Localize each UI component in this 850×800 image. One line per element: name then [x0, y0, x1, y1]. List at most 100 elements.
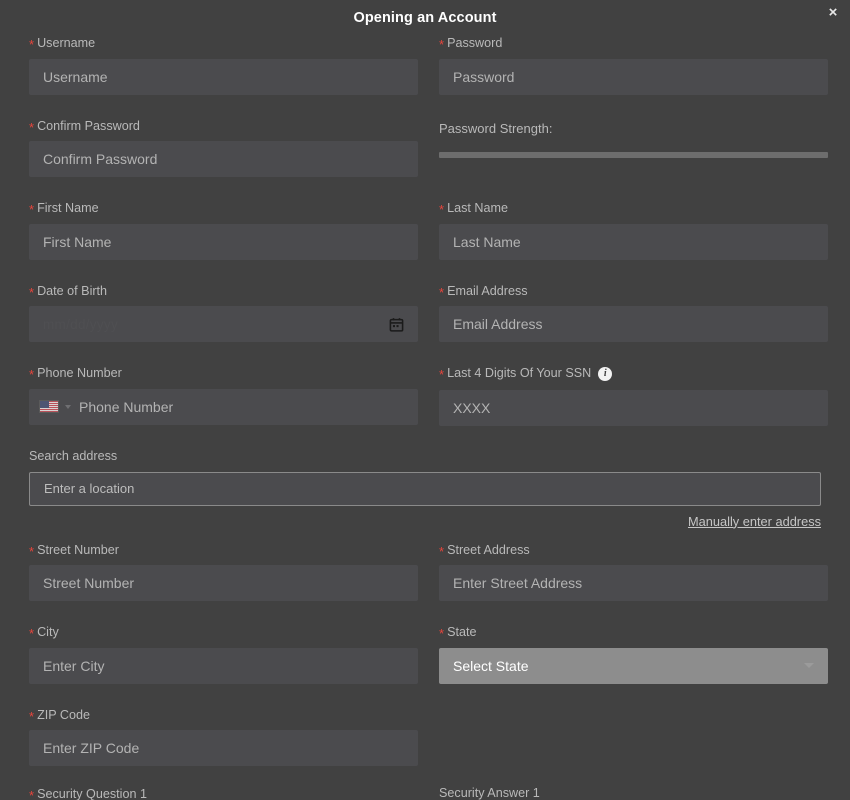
close-icon[interactable]: ×	[822, 2, 844, 24]
opening-account-modal: Opening an Account × * Username Username …	[0, 0, 850, 800]
last-name-placeholder: Last Name	[453, 233, 521, 250]
label-last-name: * Last Name	[439, 201, 828, 224]
password-input[interactable]: Password	[439, 58, 828, 95]
state-selected-value: Select State	[453, 657, 529, 674]
street-number-input[interactable]: Street Number	[29, 565, 418, 602]
first-name-placeholder: First Name	[43, 233, 112, 250]
required-marker: *	[29, 367, 35, 383]
street-address-input[interactable]: Enter Street Address	[439, 565, 828, 602]
form-row-name: * First Name First Name * Last Name Last N…	[29, 201, 828, 260]
confirm-password-placeholder: Confirm Password	[43, 151, 158, 168]
label-text: Phone Number	[37, 366, 122, 381]
page-title: Opening an Account	[353, 10, 497, 26]
label-text: Last Name	[447, 201, 508, 216]
phone-input[interactable]: Phone Number	[29, 388, 418, 425]
search-address-placeholder: Enter a location	[44, 481, 135, 497]
state-select[interactable]: Select State	[439, 647, 828, 684]
date-of-birth-input[interactable]: mm/dd/yyyy	[29, 306, 418, 343]
label-text: ZIP Code	[37, 707, 91, 722]
field-state: * State Select State	[439, 625, 828, 684]
street-address-placeholder: Enter Street Address	[453, 575, 583, 592]
required-marker: *	[439, 543, 445, 559]
required-marker: *	[439, 37, 445, 52]
street-number-placeholder: Street Number	[43, 575, 135, 592]
field-email: * Email Address Email Address	[439, 284, 828, 343]
label-text: State	[447, 625, 477, 640]
form-row-street: * Street Number Street Number * Street Add…	[29, 543, 828, 602]
label-text: Street Number	[37, 542, 119, 557]
date-of-birth-placeholder: mm/dd/yyyy	[43, 316, 119, 332]
password-placeholder: Password	[453, 68, 515, 85]
password-strength-meter: Password Strength:	[439, 119, 828, 178]
label-text: Street Address	[447, 542, 530, 557]
username-input[interactable]: Username	[29, 58, 418, 95]
confirm-password-input[interactable]: Confirm Password	[29, 141, 418, 178]
label-text: Email Address	[447, 283, 528, 298]
form-row-search-address: Search address Enter a location Manually…	[29, 450, 821, 531]
label-text: Confirm Password	[37, 118, 140, 133]
label-security-question-1: * Security Question 1	[29, 787, 418, 800]
form-row-confirm-password: * Confirm Password Confirm Password Passw…	[29, 119, 828, 178]
manually-enter-address-link[interactable]: Manually enter address	[688, 514, 821, 529]
field-username: * Username Username	[29, 36, 418, 95]
field-last-name: * Last Name Last Name	[439, 201, 828, 260]
field-zip-spacer	[439, 708, 828, 767]
required-marker: *	[29, 37, 35, 52]
flag-canton	[40, 401, 49, 409]
us-flag-icon[interactable]	[39, 400, 59, 414]
form-row-city-state: * City Enter City * State Select State	[29, 625, 828, 684]
label-email: * Email Address	[439, 284, 828, 307]
search-address-input[interactable]: Enter a location	[29, 471, 821, 506]
label-text: Username	[37, 36, 96, 50]
label-password: * Password	[439, 36, 828, 59]
required-marker: *	[29, 202, 35, 218]
chevron-down-icon[interactable]	[65, 404, 71, 409]
ssn-last4-input[interactable]: XXXX	[439, 390, 828, 427]
field-ssn-last4: * Last 4 Digits Of Your SSN i XXXX	[439, 366, 828, 427]
label-first-name: * First Name	[29, 201, 418, 224]
last-name-input[interactable]: Last Name	[439, 223, 828, 260]
first-name-input[interactable]: First Name	[29, 223, 418, 260]
label-date-of-birth: * Date of Birth	[29, 284, 418, 307]
phone-placeholder: Phone Number	[79, 398, 174, 415]
city-input[interactable]: Enter City	[29, 647, 418, 684]
chevron-down-icon[interactable]	[804, 663, 814, 669]
label-security-answer-1: Security Answer 1	[439, 786, 540, 800]
label-confirm-password: * Confirm Password	[29, 119, 418, 142]
email-input[interactable]: Email Address	[439, 306, 828, 343]
ssn-last4-placeholder: XXXX	[453, 400, 491, 417]
calendar-icon[interactable]	[389, 317, 404, 332]
form-row-phone-ssn: * Phone Number Phone Number * Last 4 Digit…	[29, 366, 828, 427]
label-password-strength: Password Strength:	[439, 120, 553, 136]
field-security-question-1: * Security Question 1	[29, 787, 418, 800]
field-street-address: * Street Address Enter Street Address	[439, 543, 828, 602]
ssn-info-wrapper: i	[598, 367, 613, 382]
required-marker: *	[439, 367, 445, 383]
required-marker: *	[29, 788, 35, 800]
field-search-address: Search address Enter a location Manually…	[29, 450, 821, 531]
required-marker: *	[29, 708, 35, 724]
field-security-answer-1: Security Answer 1	[439, 787, 828, 800]
info-icon[interactable]: i	[598, 367, 613, 382]
label-username: * Username	[29, 36, 418, 59]
label-text: Date of Birth	[37, 283, 108, 298]
label-street-address: * Street Address	[439, 543, 828, 566]
zip-placeholder: Enter ZIP Code	[43, 740, 140, 757]
label-city: * City	[29, 625, 418, 648]
field-street-number: * Street Number Street Number	[29, 543, 418, 602]
manual-address-row: Manually enter address	[29, 506, 821, 531]
field-city: * City Enter City	[29, 625, 418, 684]
field-confirm-password: * Confirm Password Confirm Password	[29, 119, 418, 178]
zip-input[interactable]: Enter ZIP Code	[29, 730, 418, 767]
label-search-address: Search address	[29, 449, 118, 464]
field-zip: * ZIP Code Enter ZIP Code	[29, 708, 418, 767]
label-text: First Name	[37, 201, 99, 216]
required-marker: *	[29, 119, 35, 135]
form-row-zip: * ZIP Code Enter ZIP Code	[29, 708, 821, 767]
email-placeholder: Email Address	[453, 316, 543, 333]
